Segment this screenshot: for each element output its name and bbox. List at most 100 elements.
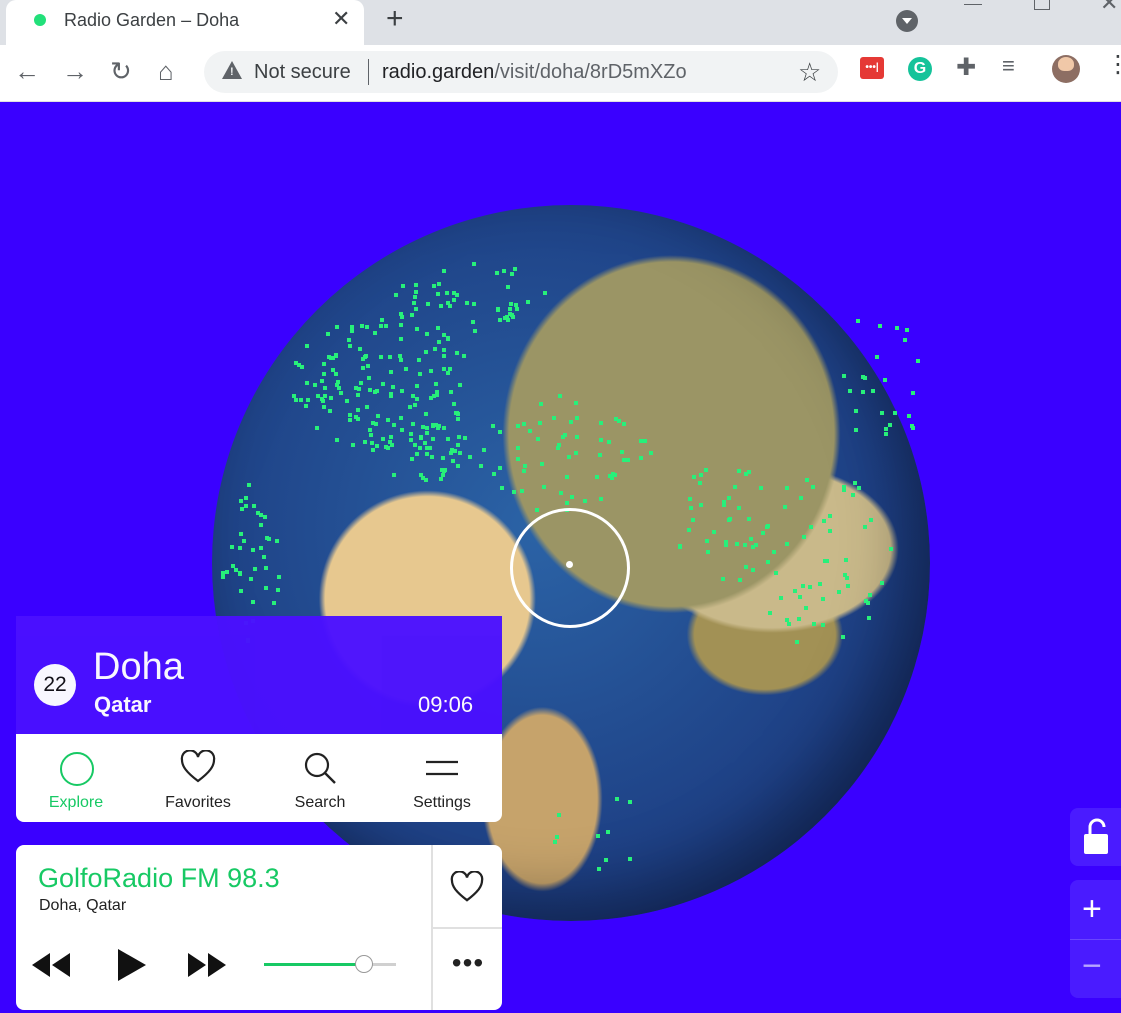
station-dot[interactable] bbox=[704, 468, 709, 473]
station-dot[interactable] bbox=[400, 283, 405, 288]
station-dot[interactable] bbox=[496, 307, 501, 312]
station-dot[interactable] bbox=[386, 417, 391, 422]
station-dot[interactable] bbox=[583, 498, 588, 503]
station-dot[interactable] bbox=[448, 389, 453, 394]
station-dot[interactable] bbox=[727, 496, 732, 501]
station-dot[interactable] bbox=[837, 589, 842, 594]
previous-station-icon[interactable] bbox=[30, 949, 72, 981]
station-dot[interactable] bbox=[883, 378, 888, 383]
station-dot[interactable] bbox=[612, 473, 617, 478]
station-dot[interactable] bbox=[604, 858, 609, 863]
station-dot[interactable] bbox=[827, 528, 832, 533]
station-dot[interactable] bbox=[367, 387, 372, 392]
station-dot[interactable] bbox=[425, 430, 430, 435]
station-dot[interactable] bbox=[622, 422, 627, 427]
location-card[interactable]: 22 Doha Qatar 09:06 bbox=[16, 616, 502, 734]
station-dot[interactable] bbox=[388, 435, 393, 440]
station-dot[interactable] bbox=[454, 410, 459, 415]
station-dot[interactable] bbox=[380, 436, 385, 441]
window-close-button[interactable]: ✕ bbox=[1100, 0, 1118, 16]
station-dot[interactable] bbox=[381, 381, 386, 386]
station-dot[interactable] bbox=[220, 570, 225, 575]
station-dot[interactable] bbox=[334, 354, 339, 359]
station-dot[interactable] bbox=[431, 393, 436, 398]
station-dot[interactable] bbox=[643, 438, 648, 443]
station-dot[interactable] bbox=[743, 565, 748, 570]
station-dot[interactable] bbox=[807, 584, 812, 589]
station-dot[interactable] bbox=[398, 322, 403, 327]
station-dot[interactable] bbox=[794, 640, 799, 645]
new-tab-button[interactable]: + bbox=[386, 4, 404, 34]
station-dot[interactable] bbox=[378, 354, 383, 359]
station-dot[interactable] bbox=[328, 395, 333, 400]
station-dot[interactable] bbox=[398, 354, 403, 359]
zoom-out-button[interactable]: − bbox=[1082, 949, 1102, 983]
station-dot[interactable] bbox=[391, 384, 396, 389]
station-dot[interactable] bbox=[515, 456, 520, 461]
station-dot[interactable] bbox=[230, 563, 235, 568]
station-dot[interactable] bbox=[239, 589, 244, 594]
station-dot[interactable] bbox=[597, 867, 602, 872]
station-dot[interactable] bbox=[607, 439, 612, 444]
station-dot[interactable] bbox=[442, 333, 447, 338]
station-dot[interactable] bbox=[767, 610, 772, 615]
station-dot[interactable] bbox=[511, 315, 516, 320]
station-dot[interactable] bbox=[888, 547, 893, 552]
station-dot[interactable] bbox=[412, 443, 417, 448]
station-dot[interactable] bbox=[455, 417, 460, 422]
station-dot[interactable] bbox=[446, 436, 451, 441]
station-dot[interactable] bbox=[362, 440, 367, 445]
station-dot[interactable] bbox=[462, 435, 467, 440]
station-dot[interactable] bbox=[821, 596, 826, 601]
station-dot[interactable] bbox=[321, 405, 326, 410]
station-dot[interactable] bbox=[420, 476, 425, 481]
station-dot[interactable] bbox=[598, 496, 603, 501]
station-dot[interactable] bbox=[442, 367, 447, 372]
station-dot[interactable] bbox=[276, 575, 281, 580]
station-dot[interactable] bbox=[303, 404, 308, 409]
station-dot[interactable] bbox=[368, 432, 373, 437]
station-dot[interactable] bbox=[312, 383, 317, 388]
station-dot[interactable] bbox=[458, 383, 463, 388]
station-dot[interactable] bbox=[239, 531, 244, 536]
station-dot[interactable] bbox=[414, 307, 419, 312]
station-dot[interactable] bbox=[412, 295, 417, 300]
station-dot[interactable] bbox=[514, 302, 519, 307]
station-dot[interactable] bbox=[392, 422, 397, 427]
station-dot[interactable] bbox=[373, 331, 378, 336]
station-dot[interactable] bbox=[410, 313, 415, 318]
station-dot[interactable] bbox=[843, 558, 848, 563]
bookmark-star-icon[interactable]: ☆ bbox=[798, 57, 821, 88]
station-dot[interactable] bbox=[542, 485, 547, 490]
zoom-in-button[interactable]: + bbox=[1082, 892, 1102, 926]
extensions-puzzle-icon[interactable]: ✚ bbox=[956, 53, 976, 82]
station-dot[interactable] bbox=[304, 380, 309, 385]
station-dot[interactable] bbox=[446, 371, 451, 376]
station-dot[interactable] bbox=[393, 293, 398, 298]
station-dot[interactable] bbox=[784, 541, 789, 546]
station-dot[interactable] bbox=[414, 326, 419, 331]
station-dot[interactable] bbox=[796, 616, 801, 621]
station-dot[interactable] bbox=[854, 409, 859, 414]
station-dot[interactable] bbox=[407, 404, 412, 409]
station-dot[interactable] bbox=[842, 484, 847, 489]
station-dot[interactable] bbox=[509, 301, 514, 306]
station-dot[interactable] bbox=[513, 266, 518, 271]
station-dot[interactable] bbox=[492, 471, 497, 476]
station-dot[interactable] bbox=[704, 538, 709, 543]
station-dot[interactable] bbox=[558, 394, 563, 399]
station-dot[interactable] bbox=[558, 491, 563, 496]
next-station-icon[interactable] bbox=[186, 949, 228, 981]
lock-button[interactable] bbox=[1070, 808, 1121, 866]
station-dot[interactable] bbox=[388, 391, 393, 396]
media-control-icon[interactable]: ≡ bbox=[1002, 53, 1015, 79]
station-dot[interactable] bbox=[573, 450, 578, 455]
station-dot[interactable] bbox=[429, 368, 434, 373]
station-dot[interactable] bbox=[869, 517, 874, 522]
station-dot[interactable] bbox=[369, 440, 374, 445]
station-dot[interactable] bbox=[433, 381, 438, 386]
station-dot[interactable] bbox=[425, 445, 430, 450]
station-dot[interactable] bbox=[454, 293, 459, 298]
station-dot[interactable] bbox=[398, 357, 403, 362]
station-dot[interactable] bbox=[454, 351, 459, 356]
